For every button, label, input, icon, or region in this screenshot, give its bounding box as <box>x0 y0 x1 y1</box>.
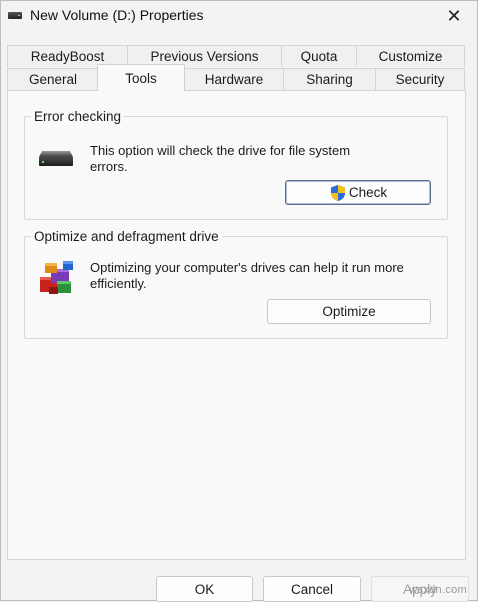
check-button-label: Check <box>348 185 388 200</box>
tab-general[interactable]: General <box>7 68 99 90</box>
drive-title-icon <box>8 12 22 19</box>
optimize-group: Optimize and defragment drive Optimizing… <box>24 229 448 339</box>
tab-quota[interactable]: Quota <box>281 45 357 67</box>
properties-dialog: New Volume (D:) Properties ✕ ReadyBoost … <box>0 0 478 602</box>
optimize-description-1: Optimizing your computer's drives can he… <box>90 260 404 275</box>
check-button[interactable]: Check <box>285 180 431 205</box>
optimize-description-2: efficiently. <box>90 276 147 291</box>
error-checking-title: Error checking <box>31 109 125 124</box>
defragment-icon <box>40 261 73 294</box>
tab-sharing[interactable]: Sharing <box>283 68 376 90</box>
tab-security[interactable]: Security <box>375 68 465 90</box>
tools-tab-panel: Error checking This option will check th… <box>7 90 466 560</box>
ok-button[interactable]: OK <box>156 576 253 602</box>
tab-tools[interactable]: Tools <box>97 64 185 91</box>
cancel-button[interactable]: Cancel <box>263 576 361 602</box>
window-title: New Volume (D:) Properties <box>30 7 204 23</box>
uac-shield-icon <box>330 184 345 201</box>
error-checking-description-2: errors. <box>90 159 128 174</box>
error-checking-description-1: This option will check the drive for fil… <box>90 143 351 158</box>
error-checking-group: Error checking This option will check th… <box>24 109 448 220</box>
close-icon: ✕ <box>446 5 462 26</box>
hard-drive-icon <box>39 151 73 166</box>
tab-customize[interactable]: Customize <box>356 45 465 67</box>
title-bar[interactable]: New Volume (D:) Properties ✕ <box>1 1 477 31</box>
close-button[interactable]: ✕ <box>431 1 477 31</box>
watermark-text: wsxdn.com <box>409 584 467 596</box>
tab-hardware[interactable]: Hardware <box>184 68 284 90</box>
optimize-button[interactable]: Optimize <box>267 299 431 324</box>
optimize-title: Optimize and defragment drive <box>31 229 222 244</box>
